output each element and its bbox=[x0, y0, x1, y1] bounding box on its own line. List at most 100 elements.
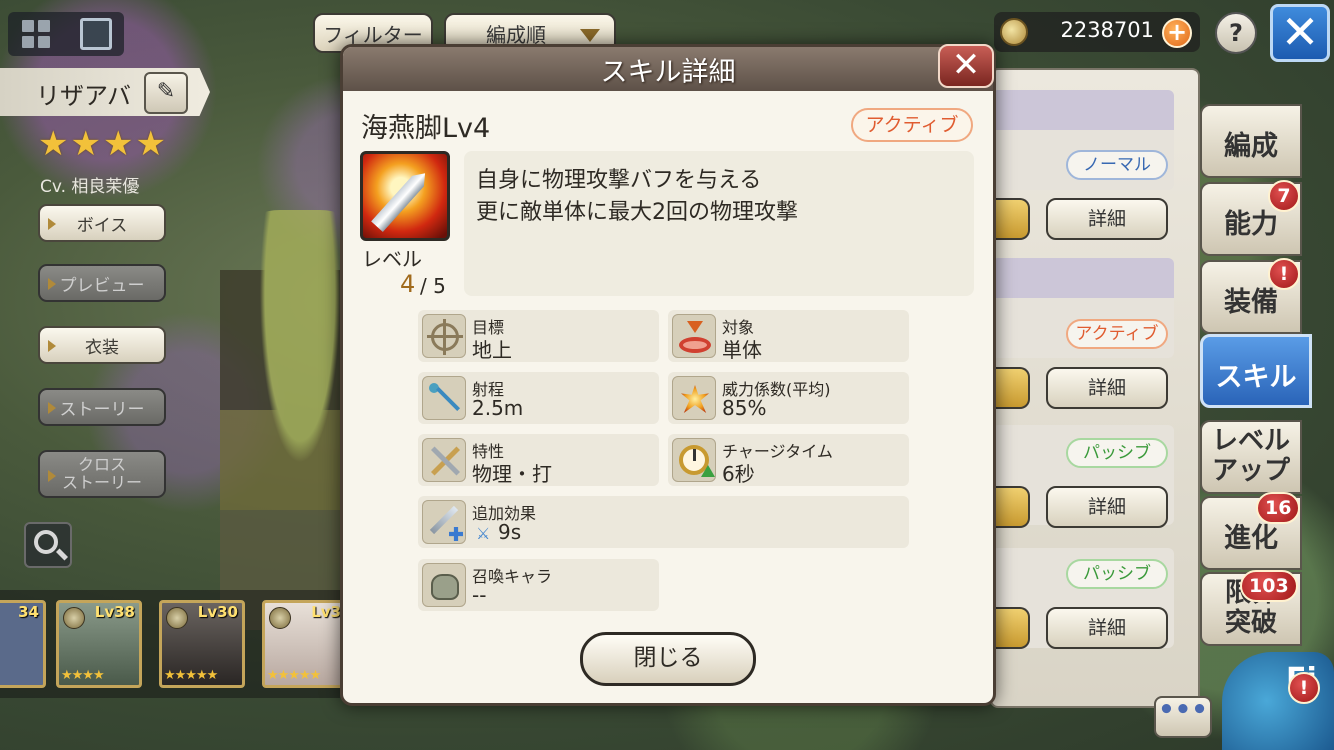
stat-value: -- bbox=[472, 583, 487, 607]
rarity-stars: ★★★★ bbox=[38, 124, 168, 164]
arrow-icon bbox=[48, 340, 56, 352]
alert-badge: ! bbox=[1268, 258, 1300, 290]
stat-value: 物理・打 bbox=[472, 462, 552, 486]
crosshair-icon bbox=[422, 314, 466, 358]
notification-badge: 16 bbox=[1256, 492, 1301, 524]
edit-pen-icon[interactable]: ✎ bbox=[144, 72, 188, 114]
add-currency-button[interactable]: + bbox=[1162, 18, 1192, 48]
skill-kick-icon bbox=[360, 151, 450, 241]
tab-formation[interactable]: 編成 bbox=[1200, 104, 1302, 178]
skill-type-tag: パッシブ bbox=[1066, 559, 1168, 589]
unit-stars: ★★★★★ bbox=[267, 668, 321, 683]
voice-button-label: ボイス bbox=[76, 215, 128, 236]
voice-button[interactable]: ボイス bbox=[38, 204, 166, 242]
dialog-title: スキル詳細 bbox=[600, 57, 736, 88]
unit-card[interactable]: Lv3 ★★★★★ bbox=[262, 600, 348, 688]
unit-card[interactable]: Lv38 ★★★★ bbox=[56, 600, 142, 688]
tab-label: レベル アップ bbox=[1202, 422, 1300, 486]
detail-button[interactable]: 詳細 bbox=[1046, 198, 1168, 240]
tab-label-line1: レベル bbox=[1211, 426, 1290, 456]
alert-badge: ! bbox=[1288, 672, 1320, 704]
unit-level: Lv38 bbox=[94, 603, 135, 621]
voice-actor-label: Cv. 相良茉優 bbox=[40, 177, 140, 197]
chat-button[interactable]: ••• bbox=[1154, 696, 1212, 738]
costume-button[interactable]: 衣装 bbox=[38, 326, 166, 364]
detail-button[interactable]: 詳細 bbox=[1046, 367, 1168, 409]
enhance-button[interactable] bbox=[994, 198, 1030, 240]
skill-name: 海燕脚Lv4 bbox=[361, 113, 491, 144]
stat-value: 単体 bbox=[722, 338, 762, 362]
level-max: / 5 bbox=[420, 274, 446, 298]
tab-label-line2: 突破 bbox=[1224, 608, 1277, 638]
enhance-button[interactable] bbox=[994, 367, 1030, 409]
stat-value: 85% bbox=[722, 396, 767, 420]
unit-card[interactable]: Lv30 ★★★★★ bbox=[159, 600, 245, 688]
detail-button[interactable]: 詳細 bbox=[1046, 607, 1168, 649]
story-button-label: ストーリー bbox=[59, 399, 145, 420]
mascot-icon[interactable] bbox=[1222, 652, 1334, 750]
grid-view-icon[interactable] bbox=[22, 20, 50, 48]
unit-stars: ★★★★★ bbox=[164, 668, 218, 683]
enhance-button[interactable] bbox=[994, 486, 1030, 528]
unit-emblem-icon bbox=[63, 607, 85, 629]
cross-story-label-2: ストーリー bbox=[61, 473, 142, 492]
crossed-swords-icon bbox=[422, 438, 466, 482]
level-current: 4 bbox=[400, 270, 416, 298]
help-button[interactable]: ? bbox=[1215, 12, 1257, 54]
character-name: リザアバ bbox=[36, 82, 132, 110]
summon-icon bbox=[422, 563, 466, 607]
arrow-icon bbox=[48, 278, 56, 290]
stat-value: 2.5m bbox=[472, 396, 524, 420]
stat-charge: チャージタイム 6秒 bbox=[668, 434, 909, 486]
skill-type-tag: パッシブ bbox=[1066, 438, 1168, 468]
cross-story-label-1: クロス bbox=[77, 455, 126, 474]
skill-description-line: 自身に物理攻撃バフを与える bbox=[476, 168, 762, 193]
skill-type-tag: ノーマル bbox=[1066, 150, 1168, 180]
slot-band bbox=[992, 258, 1174, 298]
slot-band bbox=[992, 90, 1174, 130]
stat-value: 9s bbox=[498, 520, 522, 544]
stat-target: 目標 地上 bbox=[418, 310, 659, 362]
arrow-icon bbox=[48, 218, 56, 230]
stat-range: 射程 2.5m bbox=[418, 372, 659, 424]
single-view-icon[interactable] bbox=[80, 18, 112, 50]
arrow-range-icon bbox=[422, 376, 466, 420]
notification-badge: 7 bbox=[1268, 180, 1300, 212]
cross-story-button[interactable]: クロス ストーリー bbox=[38, 450, 166, 498]
coin-icon bbox=[1000, 18, 1028, 46]
close-screen-button[interactable]: ✕ bbox=[1270, 4, 1330, 62]
enhance-button[interactable] bbox=[994, 607, 1030, 649]
notification-badge: 103 bbox=[1240, 570, 1298, 602]
arrow-icon bbox=[48, 402, 56, 414]
story-button[interactable]: ストーリー bbox=[38, 388, 166, 426]
blade-icon bbox=[371, 168, 431, 232]
search-button[interactable] bbox=[24, 522, 72, 568]
unit-emblem-icon bbox=[269, 607, 291, 629]
stat-additional-effect: 追加効果 9s ⚔ bbox=[418, 496, 909, 548]
tab-skill[interactable]: スキル bbox=[1200, 334, 1312, 408]
preview-button[interactable]: プレビュー bbox=[38, 264, 166, 302]
unit-level: Lv3 bbox=[311, 603, 341, 621]
unit-card[interactable]: 34 bbox=[0, 600, 46, 688]
stat-value: 地上 bbox=[472, 338, 512, 362]
level-label: レベル bbox=[362, 247, 422, 271]
dialog-close-button[interactable]: ✕ bbox=[938, 44, 994, 88]
preview-button-label: プレビュー bbox=[59, 275, 145, 296]
arrow-icon bbox=[48, 470, 56, 482]
tab-label: 編成 bbox=[1224, 131, 1278, 162]
stat-attribute: 特性 物理・打 bbox=[418, 434, 659, 486]
stat-summon: 召喚キャラ -- bbox=[418, 559, 659, 611]
unit-emblem-icon bbox=[166, 607, 188, 629]
detail-button[interactable]: 詳細 bbox=[1046, 486, 1168, 528]
unit-stars: ★★★★ bbox=[61, 668, 105, 683]
skill-description-line: 更に敵単体に最大2回の物理攻撃 bbox=[476, 200, 798, 225]
tab-level-up[interactable]: レベル アップ bbox=[1200, 420, 1302, 494]
buff-sword-icon: ⚔ bbox=[476, 524, 491, 543]
close-dialog-button[interactable]: 閉じる bbox=[580, 632, 756, 686]
unit-level: 34 bbox=[18, 603, 39, 621]
skill-type-badge: アクティブ bbox=[851, 108, 973, 142]
single-target-icon bbox=[672, 314, 716, 358]
search-icon-handle bbox=[55, 548, 69, 561]
currency-display: 2238701 + bbox=[994, 12, 1200, 52]
tab-label: スキル bbox=[1215, 362, 1297, 393]
